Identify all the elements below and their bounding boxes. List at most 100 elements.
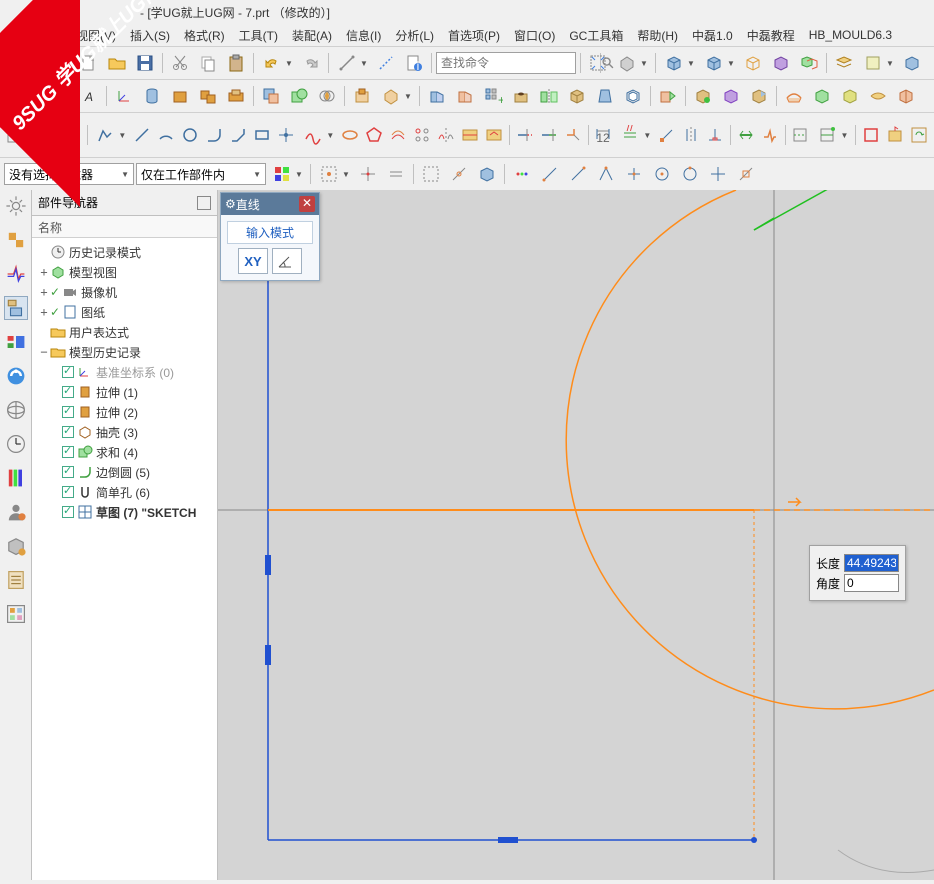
menu-gctoolbox[interactable]: GC工具箱	[563, 25, 629, 46]
menu-help[interactable]: 帮助(H)	[631, 25, 684, 46]
sk-chamfer[interactable]	[227, 122, 249, 148]
sk-perp[interactable]	[704, 122, 726, 148]
sk-circle[interactable]	[179, 122, 201, 148]
fit-button[interactable]	[585, 50, 611, 76]
sweep1[interactable]	[424, 83, 450, 109]
sweep2[interactable]	[452, 83, 478, 109]
tree-user-expr[interactable]: 用户表达式	[34, 322, 215, 342]
copy-button[interactable]	[195, 50, 221, 76]
nav-tab-hd3d[interactable]	[4, 364, 28, 388]
nav-pin-button[interactable]	[197, 196, 211, 210]
sk-extend[interactable]	[538, 122, 560, 148]
shell-tool[interactable]	[620, 83, 646, 109]
tree-model-history[interactable]: −模型历史记录	[34, 342, 215, 362]
menu-zl1[interactable]: 中磊1.0	[686, 25, 739, 46]
patch3[interactable]	[746, 83, 772, 109]
sk-dim1[interactable]: 12	[592, 122, 614, 148]
tree-item-5[interactable]: 边倒圆 (5)	[34, 462, 215, 482]
sk-show2[interactable]: ▼	[813, 121, 851, 149]
snap-pt[interactable]: ▼	[315, 160, 353, 188]
settings-icon[interactable]	[4, 194, 28, 218]
tree-history-mode[interactable]: 历史记录模式	[34, 242, 215, 262]
undo-button[interactable]: ▼	[258, 49, 296, 77]
search-box[interactable]	[436, 52, 576, 74]
sk-convert[interactable]	[735, 122, 757, 148]
snap-q5[interactable]	[649, 161, 675, 187]
viewport[interactable]: ⚙ 直线 ✕ 输入模式 XY 长度 角度	[218, 190, 934, 880]
tree-item-2[interactable]: 拉伸 (2)	[34, 402, 215, 422]
sk-corner[interactable]	[562, 122, 584, 148]
sk-show1[interactable]	[789, 122, 811, 148]
sk-spline[interactable]: ▼	[299, 121, 337, 149]
axis-tool[interactable]	[373, 50, 399, 76]
sk-project[interactable]	[483, 122, 505, 148]
intersect-tool[interactable]	[314, 83, 340, 109]
profile-tool[interactable]: ▼	[91, 121, 129, 149]
nav-tab-sheet[interactable]	[4, 568, 28, 592]
hole-tool[interactable]	[508, 83, 534, 109]
length-angle-mode-button[interactable]	[272, 248, 302, 274]
redo-button[interactable]	[298, 50, 324, 76]
goldblock1[interactable]	[167, 83, 193, 109]
sk-pattern[interactable]	[411, 122, 433, 148]
sk-intersect[interactable]	[459, 122, 481, 148]
nav-tab-visual[interactable]	[4, 534, 28, 558]
menu-window[interactable]: 窗口(O)	[508, 25, 561, 46]
goldblock3[interactable]	[223, 83, 249, 109]
tree-camera[interactable]: +✓摄像机	[34, 282, 215, 302]
sk-polygon[interactable]	[363, 122, 385, 148]
nav-tab-roles[interactable]	[4, 500, 28, 524]
menu-preferences[interactable]: 首选项(P)	[442, 25, 506, 46]
tree-item-6[interactable]: 简单孔 (6)	[34, 482, 215, 502]
snap1[interactable]	[355, 161, 381, 187]
snap-end[interactable]	[418, 161, 444, 187]
nav-tab-constraint[interactable]	[4, 262, 28, 286]
sk-rect[interactable]	[251, 122, 273, 148]
tree-item-7[interactable]: 草图 (7) "SKETCH	[34, 502, 215, 522]
sk-constraint[interactable]: //▼	[616, 121, 654, 149]
tree-item-0[interactable]: 基准坐标系 (0)	[34, 362, 215, 382]
surf5[interactable]	[893, 83, 919, 109]
sk-arc[interactable]	[155, 122, 177, 148]
sk-update[interactable]	[908, 122, 930, 148]
search-input[interactable]	[437, 56, 600, 70]
paste-button[interactable]	[223, 50, 249, 76]
sk-alt[interactable]	[759, 122, 781, 148]
menu-hbmould[interactable]: HB_MOULD6.3	[803, 26, 898, 44]
region-tool[interactable]	[655, 83, 681, 109]
csys-tool[interactable]	[111, 83, 137, 109]
snap-mid[interactable]	[446, 161, 472, 187]
surf2[interactable]	[809, 83, 835, 109]
cube1-button[interactable]: ▼	[660, 49, 698, 77]
sk-reattach[interactable]	[884, 122, 906, 148]
nav-tab-history[interactable]	[4, 432, 28, 456]
patch1[interactable]	[690, 83, 716, 109]
snap-q2[interactable]	[565, 161, 591, 187]
snap-q8[interactable]	[733, 161, 759, 187]
tree-model-view[interactable]: +模型视图	[34, 262, 215, 282]
layer-button[interactable]	[831, 50, 857, 76]
unite-tool[interactable]	[286, 83, 312, 109]
cube2-button[interactable]: ▼	[700, 49, 738, 77]
save-button[interactable]	[132, 50, 158, 76]
tree-item-1[interactable]: 拉伸 (1)	[34, 382, 215, 402]
menu-format[interactable]: 格式(R)	[178, 25, 231, 46]
snap-q1[interactable]	[537, 161, 563, 187]
sk-sym[interactable]	[680, 122, 702, 148]
menu-zl2[interactable]: 中磊教程	[741, 25, 801, 46]
menu-tools[interactable]: 工具(T)	[233, 25, 284, 46]
mirror-tool[interactable]	[536, 83, 562, 109]
region1[interactable]	[349, 83, 375, 109]
nav-column-name[interactable]: 名称	[32, 216, 217, 238]
cube3-button[interactable]	[740, 50, 766, 76]
sk-offset[interactable]	[387, 122, 409, 148]
sk-fillet[interactable]	[203, 122, 225, 148]
cube4-button[interactable]	[768, 50, 794, 76]
sk-trim[interactable]	[514, 122, 536, 148]
tree-item-3[interactable]: 抽壳 (3)	[34, 422, 215, 442]
nav-tab-palette[interactable]	[4, 466, 28, 490]
snap-q3[interactable]	[593, 161, 619, 187]
menu-analysis[interactable]: 分析(L)	[389, 25, 440, 46]
dimension-input[interactable]: 长度 角度	[809, 545, 906, 601]
sk-geo-constraint[interactable]	[656, 122, 678, 148]
